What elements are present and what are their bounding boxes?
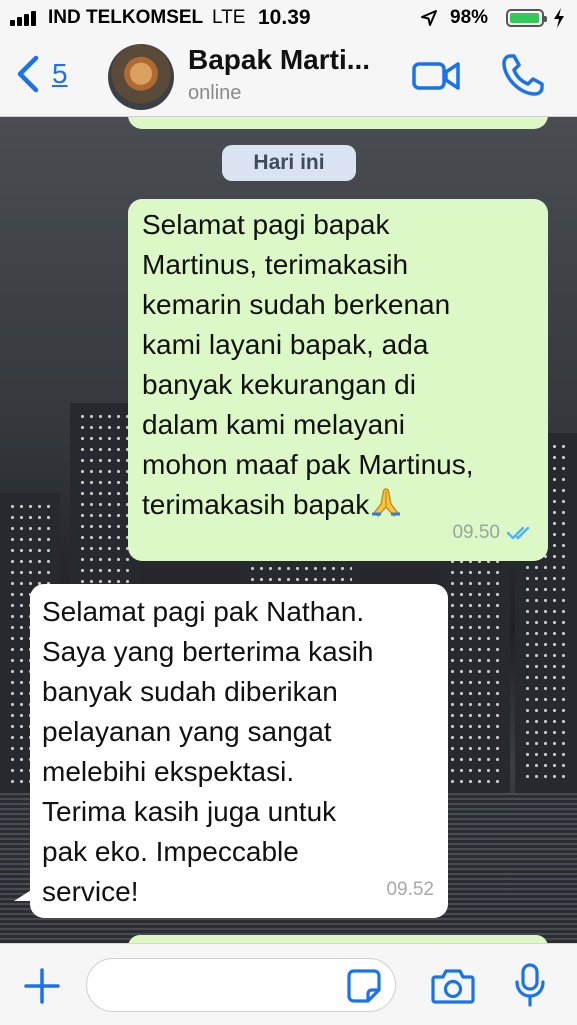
contact-avatar[interactable]	[108, 44, 174, 110]
carrier-name: IND TELKOMSEL	[48, 7, 204, 28]
read-double-check-icon	[506, 526, 530, 540]
back-button[interactable]: 5	[12, 52, 82, 96]
network-type: LTE	[212, 7, 246, 28]
contact-name[interactable]: Bapak Marti...	[188, 44, 370, 76]
message-text: Selamat pagi bapak Martinus, terimakasih…	[142, 209, 474, 520]
chat-messages-area[interactable]: Hari ini Selamat pagi bapak Martinus, te…	[0, 117, 577, 943]
message-input-bar	[0, 943, 577, 1025]
microphone-icon[interactable]	[512, 962, 548, 1008]
incoming-message[interactable]: Selamat pagi pak Nathan. Saya yang berte…	[30, 584, 448, 918]
signal-strength-icon	[10, 10, 44, 26]
message-time: 09.50	[452, 522, 500, 543]
previous-message-bubble[interactable]	[128, 117, 548, 129]
next-message-bubble[interactable]	[128, 935, 548, 943]
status-time: 10.39	[258, 6, 311, 29]
location-arrow-icon	[421, 10, 437, 26]
outgoing-message[interactable]: Selamat pagi bapak Martinus, terimakasih…	[128, 199, 548, 561]
camera-icon[interactable]	[430, 966, 476, 1006]
folded-hands-emoji-icon	[372, 488, 401, 517]
message-text: Selamat pagi pak Nathan. Saya yang berte…	[42, 596, 374, 907]
unread-chats-count: 5	[52, 58, 68, 89]
charging-bolt-icon	[554, 8, 564, 28]
battery-percent: 98%	[450, 7, 489, 28]
video-call-icon[interactable]	[410, 56, 462, 96]
message-time: 09.52	[386, 879, 434, 900]
status-bar: IND TELKOMSEL LTE 10.39 98%	[0, 0, 577, 36]
date-separator: Hari ini	[222, 145, 356, 181]
phone-call-icon[interactable]	[500, 52, 546, 98]
chevron-left-icon	[17, 55, 39, 93]
chat-header: 5 Bapak Marti... online	[0, 36, 577, 117]
contact-status: online	[188, 82, 242, 104]
attach-plus-icon[interactable]	[22, 966, 62, 1006]
battery-icon	[506, 9, 547, 27]
sticker-icon[interactable]	[346, 968, 382, 1004]
message-meta: 09.50	[452, 513, 534, 553]
